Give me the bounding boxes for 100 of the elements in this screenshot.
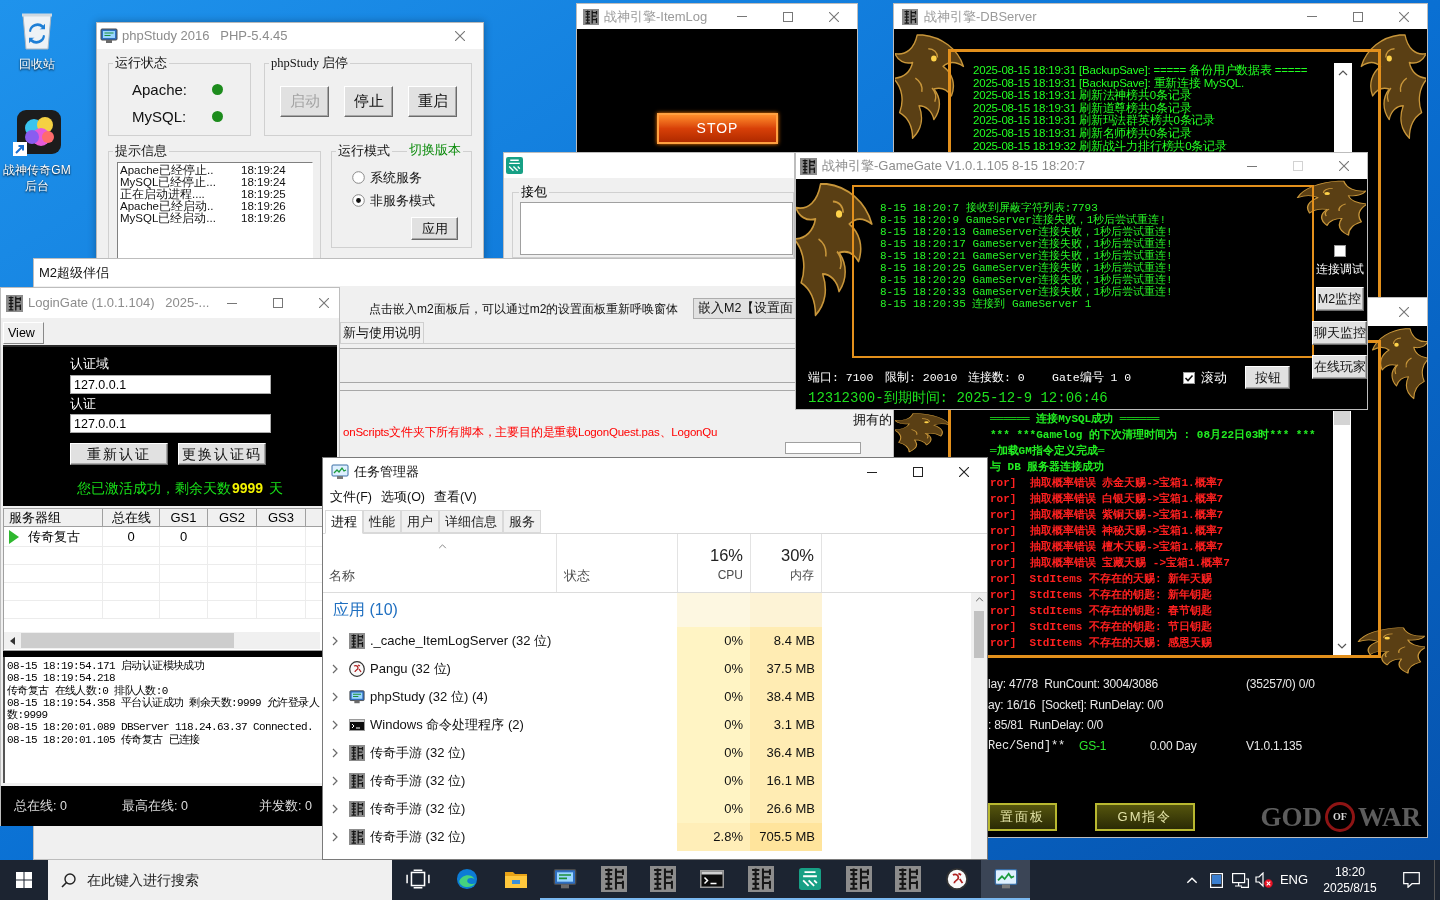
language-button[interactable]: ENG	[1276, 860, 1312, 900]
glyph-tile-icon	[894, 866, 921, 892]
log-text: Apache已经启动..	[120, 200, 215, 212]
action-button[interactable]: 更换认证码	[178, 443, 266, 465]
desktop-shortcut[interactable]: 战神传奇GM后台	[0, 110, 74, 194]
window-title: 战神引擎-DBServer	[924, 7, 1037, 26]
field-label: 拥有的	[853, 413, 892, 428]
search-field[interactable]: 在此键入进行搜索	[48, 860, 392, 900]
process-name[interactable]: 传奇手游 (32 位)	[370, 799, 466, 819]
process-name[interactable]: 传奇手游 (32 位)	[370, 743, 466, 763]
menu-item[interactable]: View	[3, 322, 44, 344]
maximize-icon	[1353, 11, 1363, 22]
embed-button[interactable]: 嵌入M2【设置面	[693, 298, 797, 319]
process-name[interactable]: 传奇手游 (32 位)	[370, 771, 466, 791]
column-header[interactable]: GS3	[257, 509, 306, 526]
logo-text: WAR	[1358, 801, 1421, 832]
scrollbar-thumb[interactable]	[974, 611, 984, 658]
apply-button[interactable]: 应用	[411, 217, 458, 240]
group-label: 运行状态	[114, 56, 168, 70]
scrollbar[interactable]	[4, 632, 320, 649]
process-name[interactable]: phpStudy (32 位) (4)	[370, 687, 488, 707]
action-button[interactable]: 按钮	[1245, 366, 1290, 389]
monitor-icon	[552, 868, 577, 890]
log-line: ══════ 连接MySQL成功 ══════	[990, 411, 1161, 427]
column-header[interactable]: GS1	[160, 509, 208, 526]
window-title: phpStudy 2016 PHP-5.4.45	[122, 27, 288, 46]
action-button[interactable]: 重新认证	[70, 443, 168, 465]
status-text: 端口: 7100	[808, 369, 875, 386]
stat-text: ay: 16/16 [Socket]: RunDelay: 0/0	[988, 696, 1164, 713]
column-header[interactable]: 状态	[564, 567, 590, 586]
scroll-checkbox[interactable]: 滚动	[1183, 367, 1245, 388]
clock-button[interactable]: 18:20 2025/8/15	[1312, 860, 1388, 900]
scrollbar[interactable]	[1334, 63, 1352, 152]
stat-text: Rec/Send]**	[988, 737, 1065, 754]
window-title: 战神引擎-GameGate V1.0.1.105 8-15 18:20:7	[822, 157, 1086, 176]
monitor-button[interactable]: 在线玩家	[1312, 355, 1367, 379]
chevron-right-icon	[332, 776, 338, 786]
column-header[interactable]: 服务器组	[4, 509, 103, 526]
radio-button[interactable]: 非服务模式	[352, 194, 471, 207]
close-icon	[1399, 307, 1409, 317]
action-button[interactable]: 停止	[344, 86, 393, 117]
tab[interactable]: 服务	[503, 510, 541, 533]
table-cell: 3.1 MB	[750, 711, 822, 739]
monitor-button[interactable]: 聊天监控	[1312, 321, 1367, 345]
scrollbar-thumb[interactable]	[21, 633, 234, 648]
log-text: MySQL已经启动...	[120, 212, 217, 224]
radio-button[interactable]: 系统服务	[352, 171, 471, 184]
scrollbar[interactable]	[1333, 411, 1351, 655]
glyph-tile-icon	[800, 157, 817, 175]
log-line: ror] StdItems 不存在的钥匙: 节日钥匙	[990, 619, 1214, 635]
input-field[interactable]	[785, 442, 861, 454]
process-name[interactable]: 传奇手游 (32 位)	[370, 827, 466, 847]
scrollbar-thumb[interactable]	[1334, 411, 1350, 425]
process-name[interactable]: ._cache_ItemLogServer (32 位)	[370, 631, 552, 651]
menu-item[interactable]: 选项(O)	[376, 488, 430, 507]
input-field[interactable]: 127.0.0.1	[70, 414, 271, 433]
column-header[interactable]: 名称	[329, 567, 355, 586]
process-name[interactable]: Windows 命令处理程序 (2)	[370, 715, 524, 735]
menu-item[interactable]: 文件(F)	[326, 488, 376, 507]
scrollbar[interactable]	[971, 593, 987, 859]
debug-checkbox[interactable]: 连接调试	[1315, 245, 1364, 277]
column-header[interactable]: 总在线	[103, 509, 160, 526]
log-line: ror] 抽取概率错误 赤金天赐->宝箱1.概率7	[990, 475, 1225, 491]
close-icon	[959, 467, 969, 477]
stop-button[interactable]: STOP	[657, 113, 778, 144]
window-title: 任务管理器	[354, 463, 419, 482]
text-area[interactable]	[520, 202, 793, 255]
chevron-up-icon	[974, 597, 984, 602]
taskbar-app-button[interactable]	[981, 860, 1030, 900]
log-line: 2025-08-15 18:19:31 刷新道尊榜共0条记录	[973, 101, 1192, 115]
glyph-tile-icon	[845, 866, 872, 892]
input-field[interactable]: 127.0.0.1	[70, 375, 271, 394]
tab[interactable]: 进程	[325, 510, 363, 534]
action-button[interactable]: 重启	[408, 86, 457, 117]
column-header[interactable]: GS2	[208, 509, 257, 526]
glyph-tile-icon	[349, 745, 365, 761]
tab[interactable]: 新与使用说明	[340, 322, 424, 343]
tab[interactable]: 性能	[363, 510, 401, 533]
table-cell: 0%	[677, 655, 750, 683]
column-header[interactable]: CPU	[717, 568, 743, 583]
process-name[interactable]: Pangu (32 位)	[370, 659, 451, 679]
log-line: ror] StdItems 不存在的钥匙: 春节钥匙	[990, 603, 1214, 619]
panel-button[interactable]: 置面板	[988, 802, 1057, 831]
log-time: 18:19:24	[241, 164, 287, 176]
switch-version-link[interactable]: 切换版本	[407, 143, 463, 157]
glyph-tile-icon	[349, 633, 365, 649]
panel-button[interactable]: GM指令	[1095, 802, 1195, 831]
menu-item[interactable]: 查看(V)	[430, 488, 481, 507]
stat-text: lay: 47/78 RunCount: 3004/3086	[988, 676, 1158, 692]
group-label: 提示信息	[114, 144, 168, 158]
tab[interactable]: 用户	[401, 510, 439, 533]
activation-message: 您已激活成功，剩余天数	[77, 480, 231, 496]
log-time: 18:19:26	[241, 200, 287, 212]
log-line: 08-15 18:19:54.218	[7, 672, 117, 685]
group-label: 运行模式	[337, 144, 391, 158]
column-header[interactable]: 内存	[790, 568, 814, 583]
monitor-button[interactable]: M2监控	[1315, 287, 1364, 311]
tab[interactable]: 详细信息	[439, 510, 503, 533]
maximize-icon	[273, 298, 284, 308]
speaker-muted-icon	[1255, 872, 1273, 888]
